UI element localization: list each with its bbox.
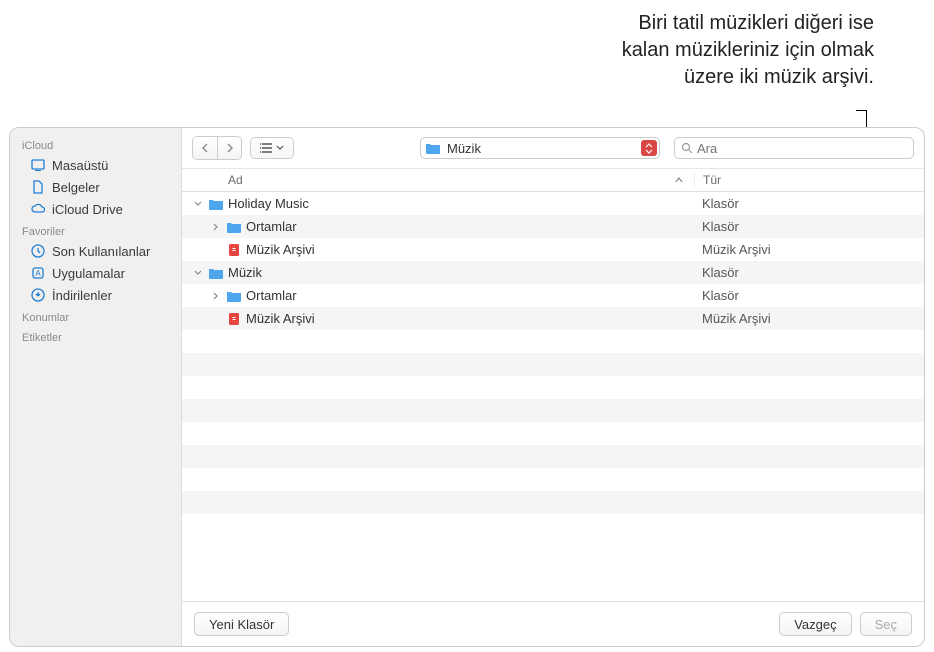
sidebar-item-downloads[interactable]: İndirilenler — [10, 284, 181, 306]
new-folder-button[interactable]: Yeni Klasör — [194, 612, 289, 636]
toolbar: Müzik — [182, 128, 924, 169]
file-row[interactable]: Müzik Arşivi Müzik Arşivi — [182, 238, 924, 261]
search-field[interactable] — [674, 137, 914, 159]
empty-row — [182, 330, 924, 353]
callout-line-2: kalan müzikleriniz için olmak — [622, 39, 874, 61]
music-archive-icon — [226, 242, 242, 258]
sort-ascending-icon — [674, 176, 684, 184]
callout-line-3: üzere iki müzik arşivi. — [684, 66, 874, 88]
sidebar-item-label: iCloud Drive — [52, 202, 123, 217]
document-icon — [30, 179, 46, 195]
empty-row — [182, 468, 924, 491]
chevron-left-icon — [201, 143, 209, 153]
chevron-down-icon — [276, 145, 284, 151]
callout-connector — [856, 110, 866, 111]
file-name: Ortamlar — [246, 288, 297, 303]
choose-button[interactable]: Seç — [860, 612, 912, 636]
path-dropdown[interactable]: Müzik — [420, 137, 660, 159]
callout-line-1: Biri tatil müzikleri diğeri ise — [638, 12, 874, 34]
sidebar-section-locations: Konumlar — [10, 306, 181, 326]
sidebar-item-recents[interactable]: Son Kullanılanlar — [10, 240, 181, 262]
column-header-name[interactable]: Ad — [182, 173, 694, 187]
callout-text: Biri tatil müzikleri diğeri ise kalan mü… — [454, 10, 874, 91]
sidebar-section-favorites: Favoriler — [10, 220, 181, 240]
empty-row — [182, 491, 924, 514]
disclosure-right-icon[interactable] — [210, 223, 222, 231]
finder-window: iCloud Masaüstü Belgeler iCloud Drive — [9, 127, 925, 647]
file-name: Müzik Arşivi — [246, 311, 315, 326]
file-type: Klasör — [694, 196, 924, 211]
cancel-label: Vazgeç — [794, 617, 836, 632]
file-row[interactable]: Müzik Arşivi Müzik Arşivi — [182, 307, 924, 330]
file-list: Ad Tür Holiday Music Klasör Ortamlar Klasör… — [182, 169, 924, 601]
path-label: Müzik — [447, 141, 481, 156]
file-name: Ortamlar — [246, 219, 297, 234]
column-header-type[interactable]: Tür — [694, 173, 924, 187]
file-type: Klasör — [694, 265, 924, 280]
file-name: Holiday Music — [228, 196, 309, 211]
file-type: Müzik Arşivi — [694, 242, 924, 257]
sidebar-section-icloud: iCloud — [10, 134, 181, 154]
sidebar-item-label: İndirilenler — [52, 288, 112, 303]
search-icon — [681, 142, 693, 154]
sidebar-item-icloud-drive[interactable]: iCloud Drive — [10, 198, 181, 220]
file-type: Klasör — [694, 219, 924, 234]
main-area: Müzik Ad — [182, 128, 924, 646]
disclosure-down-icon[interactable] — [192, 269, 204, 277]
sidebar-item-label: Masaüstü — [52, 158, 108, 173]
disclosure-right-icon[interactable] — [210, 292, 222, 300]
cloud-icon — [30, 201, 46, 217]
folder-icon — [226, 288, 242, 304]
sidebar-item-documents[interactable]: Belgeler — [10, 176, 181, 198]
file-type: Müzik Arşivi — [694, 311, 924, 326]
sidebar-item-label: Son Kullanılanlar — [52, 244, 150, 259]
column-header-name-label: Ad — [228, 173, 243, 187]
choose-label: Seç — [875, 617, 897, 632]
music-archive-icon — [226, 311, 242, 327]
chevron-right-icon — [226, 143, 234, 153]
folder-icon — [208, 196, 224, 212]
file-row[interactable]: Ortamlar Klasör — [182, 215, 924, 238]
file-row[interactable]: Ortamlar Klasör — [182, 284, 924, 307]
nav-forward-button[interactable] — [217, 137, 241, 159]
list-icon — [260, 142, 274, 154]
empty-row — [182, 445, 924, 468]
sidebar-item-desktop[interactable]: Masaüstü — [10, 154, 181, 176]
sidebar-item-label: Belgeler — [52, 180, 100, 195]
empty-row — [182, 422, 924, 445]
desktop-icon — [30, 157, 46, 173]
view-options-dropdown[interactable] — [250, 137, 294, 159]
sidebar: iCloud Masaüstü Belgeler iCloud Drive — [10, 128, 182, 646]
nav-back-button[interactable] — [193, 137, 217, 159]
search-input[interactable] — [697, 141, 907, 156]
app-icon: A — [30, 265, 46, 281]
new-folder-label: Yeni Klasör — [209, 617, 274, 632]
sidebar-section-tags: Etiketler — [10, 326, 181, 346]
svg-text:A: A — [35, 269, 41, 278]
download-icon — [30, 287, 46, 303]
sidebar-item-label: Uygulamalar — [52, 266, 125, 281]
folder-icon — [208, 265, 224, 281]
disclosure-down-icon[interactable] — [192, 200, 204, 208]
clock-icon — [30, 243, 46, 259]
music-folder-icon — [425, 140, 441, 156]
folder-icon — [226, 219, 242, 235]
empty-row — [182, 399, 924, 422]
cancel-button[interactable]: Vazgeç — [779, 612, 851, 636]
file-type: Klasör — [694, 288, 924, 303]
dialog-footer: Yeni Klasör Vazgeç Seç — [182, 601, 924, 646]
empty-row — [182, 376, 924, 399]
column-header-row: Ad Tür — [182, 169, 924, 192]
file-row[interactable]: Holiday Music Klasör — [182, 192, 924, 215]
dropdown-caret-icon — [641, 140, 657, 156]
file-name: Müzik Arşivi — [246, 242, 315, 257]
file-name: Müzik — [228, 265, 262, 280]
sidebar-item-applications[interactable]: A Uygulamalar — [10, 262, 181, 284]
nav-buttons — [192, 136, 242, 160]
column-header-type-label: Tür — [703, 173, 721, 187]
file-row[interactable]: Müzik Klasör — [182, 261, 924, 284]
empty-row — [182, 353, 924, 376]
